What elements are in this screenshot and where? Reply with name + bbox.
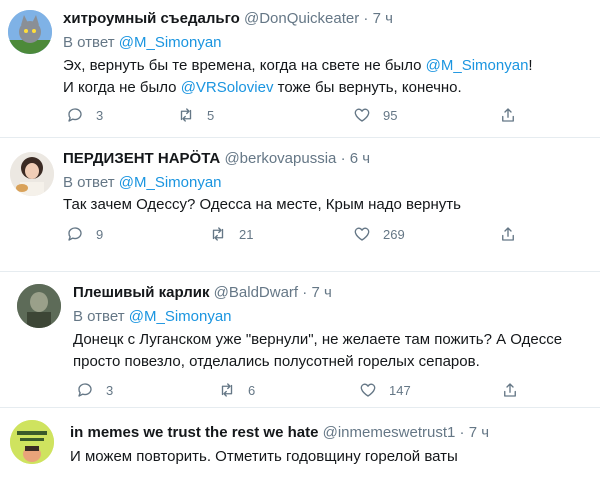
like-button[interactable]: 269 (353, 225, 405, 243)
author-handle[interactable]: @BaldDwarf (214, 284, 298, 301)
retweet-button[interactable]: 6 (218, 381, 255, 399)
author-name[interactable]: хитроумный съедальго @DonQuickeater · 7 … (63, 10, 393, 27)
like-count: 95 (383, 107, 398, 123)
timestamp[interactable]: 7 ч (373, 10, 393, 27)
tweet[interactable]: ПЕРДИЗЕНТ НАРÖТА @berkovapussia · 6 ч В … (0, 138, 600, 260)
tweet-text-line: Так зачем Одессу? Одесса на месте, Крым … (63, 196, 461, 213)
retweet-icon (221, 383, 233, 397)
like-button[interactable]: 147 (359, 381, 411, 399)
timestamp[interactable]: 7 ч (311, 284, 331, 301)
like-count: 269 (383, 226, 405, 242)
reply-prefix: В ответ (63, 174, 115, 191)
retweet-icon (180, 108, 192, 122)
reply-mention[interactable]: @M_Simonyan (119, 174, 222, 191)
tweet-text-line: Эх, вернуть бы те времена, когда на свет… (63, 57, 533, 74)
separator-dot: · (459, 424, 465, 441)
mention-link[interactable]: @M_Simonyan (426, 57, 529, 74)
tweet-text: И можем повторить. Отметить годовщину го… (70, 446, 458, 468)
mention-link[interactable]: @VRSoloviev (181, 79, 274, 96)
like-icon (354, 227, 370, 241)
like-icon (360, 383, 376, 397)
retweet-count: 21 (239, 226, 254, 242)
share-button[interactable] (499, 106, 529, 124)
reply-count: 3 (106, 382, 114, 398)
reply-to-line: В ответ @M_Simonyan (73, 308, 232, 325)
reply-mention[interactable]: @M_Simonyan (129, 308, 232, 325)
retweet-count: 6 (248, 382, 256, 398)
reply-icon (68, 108, 82, 122)
avatar[interactable] (8, 10, 52, 54)
tweet-actions: 3 6 147 (73, 381, 573, 403)
author-name[interactable]: ПЕРДИЗЕНТ НАРÖТА @berkovapussia · 6 ч (63, 150, 370, 167)
share-icon (504, 383, 516, 397)
timestamp[interactable]: 6 ч (350, 150, 370, 167)
tweet-actions: 9 21 269 (63, 225, 563, 247)
tweet-actions: 3 5 95 (63, 106, 563, 128)
reply-icon (78, 383, 92, 397)
tweet-text-line: И когда не было @VRSoloviev тоже бы верн… (63, 79, 462, 96)
tweet-text-line: просто повезло, отделались полусотней го… (73, 353, 480, 370)
share-button[interactable] (501, 381, 531, 399)
separator-dot: · (340, 150, 346, 167)
reply-button[interactable]: 3 (66, 106, 103, 124)
author-handle[interactable]: @inmemeswetrust1 (323, 424, 456, 441)
separator-dot: · (302, 284, 308, 301)
author-handle[interactable]: @DonQuickeater (244, 10, 359, 27)
author-handle[interactable]: @berkovapussia (224, 150, 336, 167)
reply-button[interactable]: 3 (76, 381, 113, 399)
share-icon (502, 108, 514, 122)
author-name[interactable]: in memes we trust the rest we hate @inme… (70, 424, 489, 441)
separator-dot: · (363, 10, 369, 27)
tweet[interactable]: Плешивый карлик @BaldDwarf · 7 ч В ответ… (0, 272, 600, 406)
reply-count: 3 (96, 107, 104, 123)
reply-prefix: В ответ (63, 34, 115, 51)
reply-mention[interactable]: @M_Simonyan (119, 34, 222, 51)
tweet-text: Так зачем Одессу? Одесса на месте, Крым … (63, 194, 461, 216)
share-button[interactable] (499, 225, 529, 243)
retweet-button[interactable]: 5 (177, 106, 214, 124)
reply-to-line: В ответ @M_Simonyan (63, 34, 222, 51)
tweet-text-line: Донецк с Луганском уже "вернули", не жел… (73, 331, 563, 348)
author-name[interactable]: Плешивый карлик @BaldDwarf · 7 ч (73, 284, 332, 301)
avatar[interactable] (10, 152, 54, 196)
like-icon (354, 108, 370, 122)
retweet-icon (212, 227, 224, 241)
retweet-button[interactable]: 21 (209, 225, 253, 243)
reply-count: 9 (96, 226, 104, 242)
timestamp[interactable]: 7 ч (469, 424, 489, 441)
avatar[interactable] (10, 420, 54, 464)
like-count: 147 (389, 382, 411, 398)
tweet-text-line: И можем повторить. Отметить годовщину го… (70, 448, 458, 465)
share-icon (502, 227, 514, 241)
avatar[interactable] (17, 284, 61, 328)
reply-icon (68, 227, 82, 241)
tweet[interactable]: in memes we trust the rest we hate @inme… (0, 408, 600, 480)
tweet[interactable]: хитроумный съедальго @DonQuickeater · 7 … (0, 0, 600, 136)
retweet-count: 5 (207, 107, 215, 123)
tweet-text: Эх, вернуть бы те времена, когда на свет… (63, 55, 533, 99)
reply-button[interactable]: 9 (66, 225, 103, 243)
reply-to-line: В ответ @M_Simonyan (63, 174, 222, 191)
tweet-text: Донецк с Луганском уже "вернули", не жел… (73, 329, 562, 373)
reply-prefix: В ответ (73, 308, 125, 325)
like-button[interactable]: 95 (353, 106, 397, 124)
